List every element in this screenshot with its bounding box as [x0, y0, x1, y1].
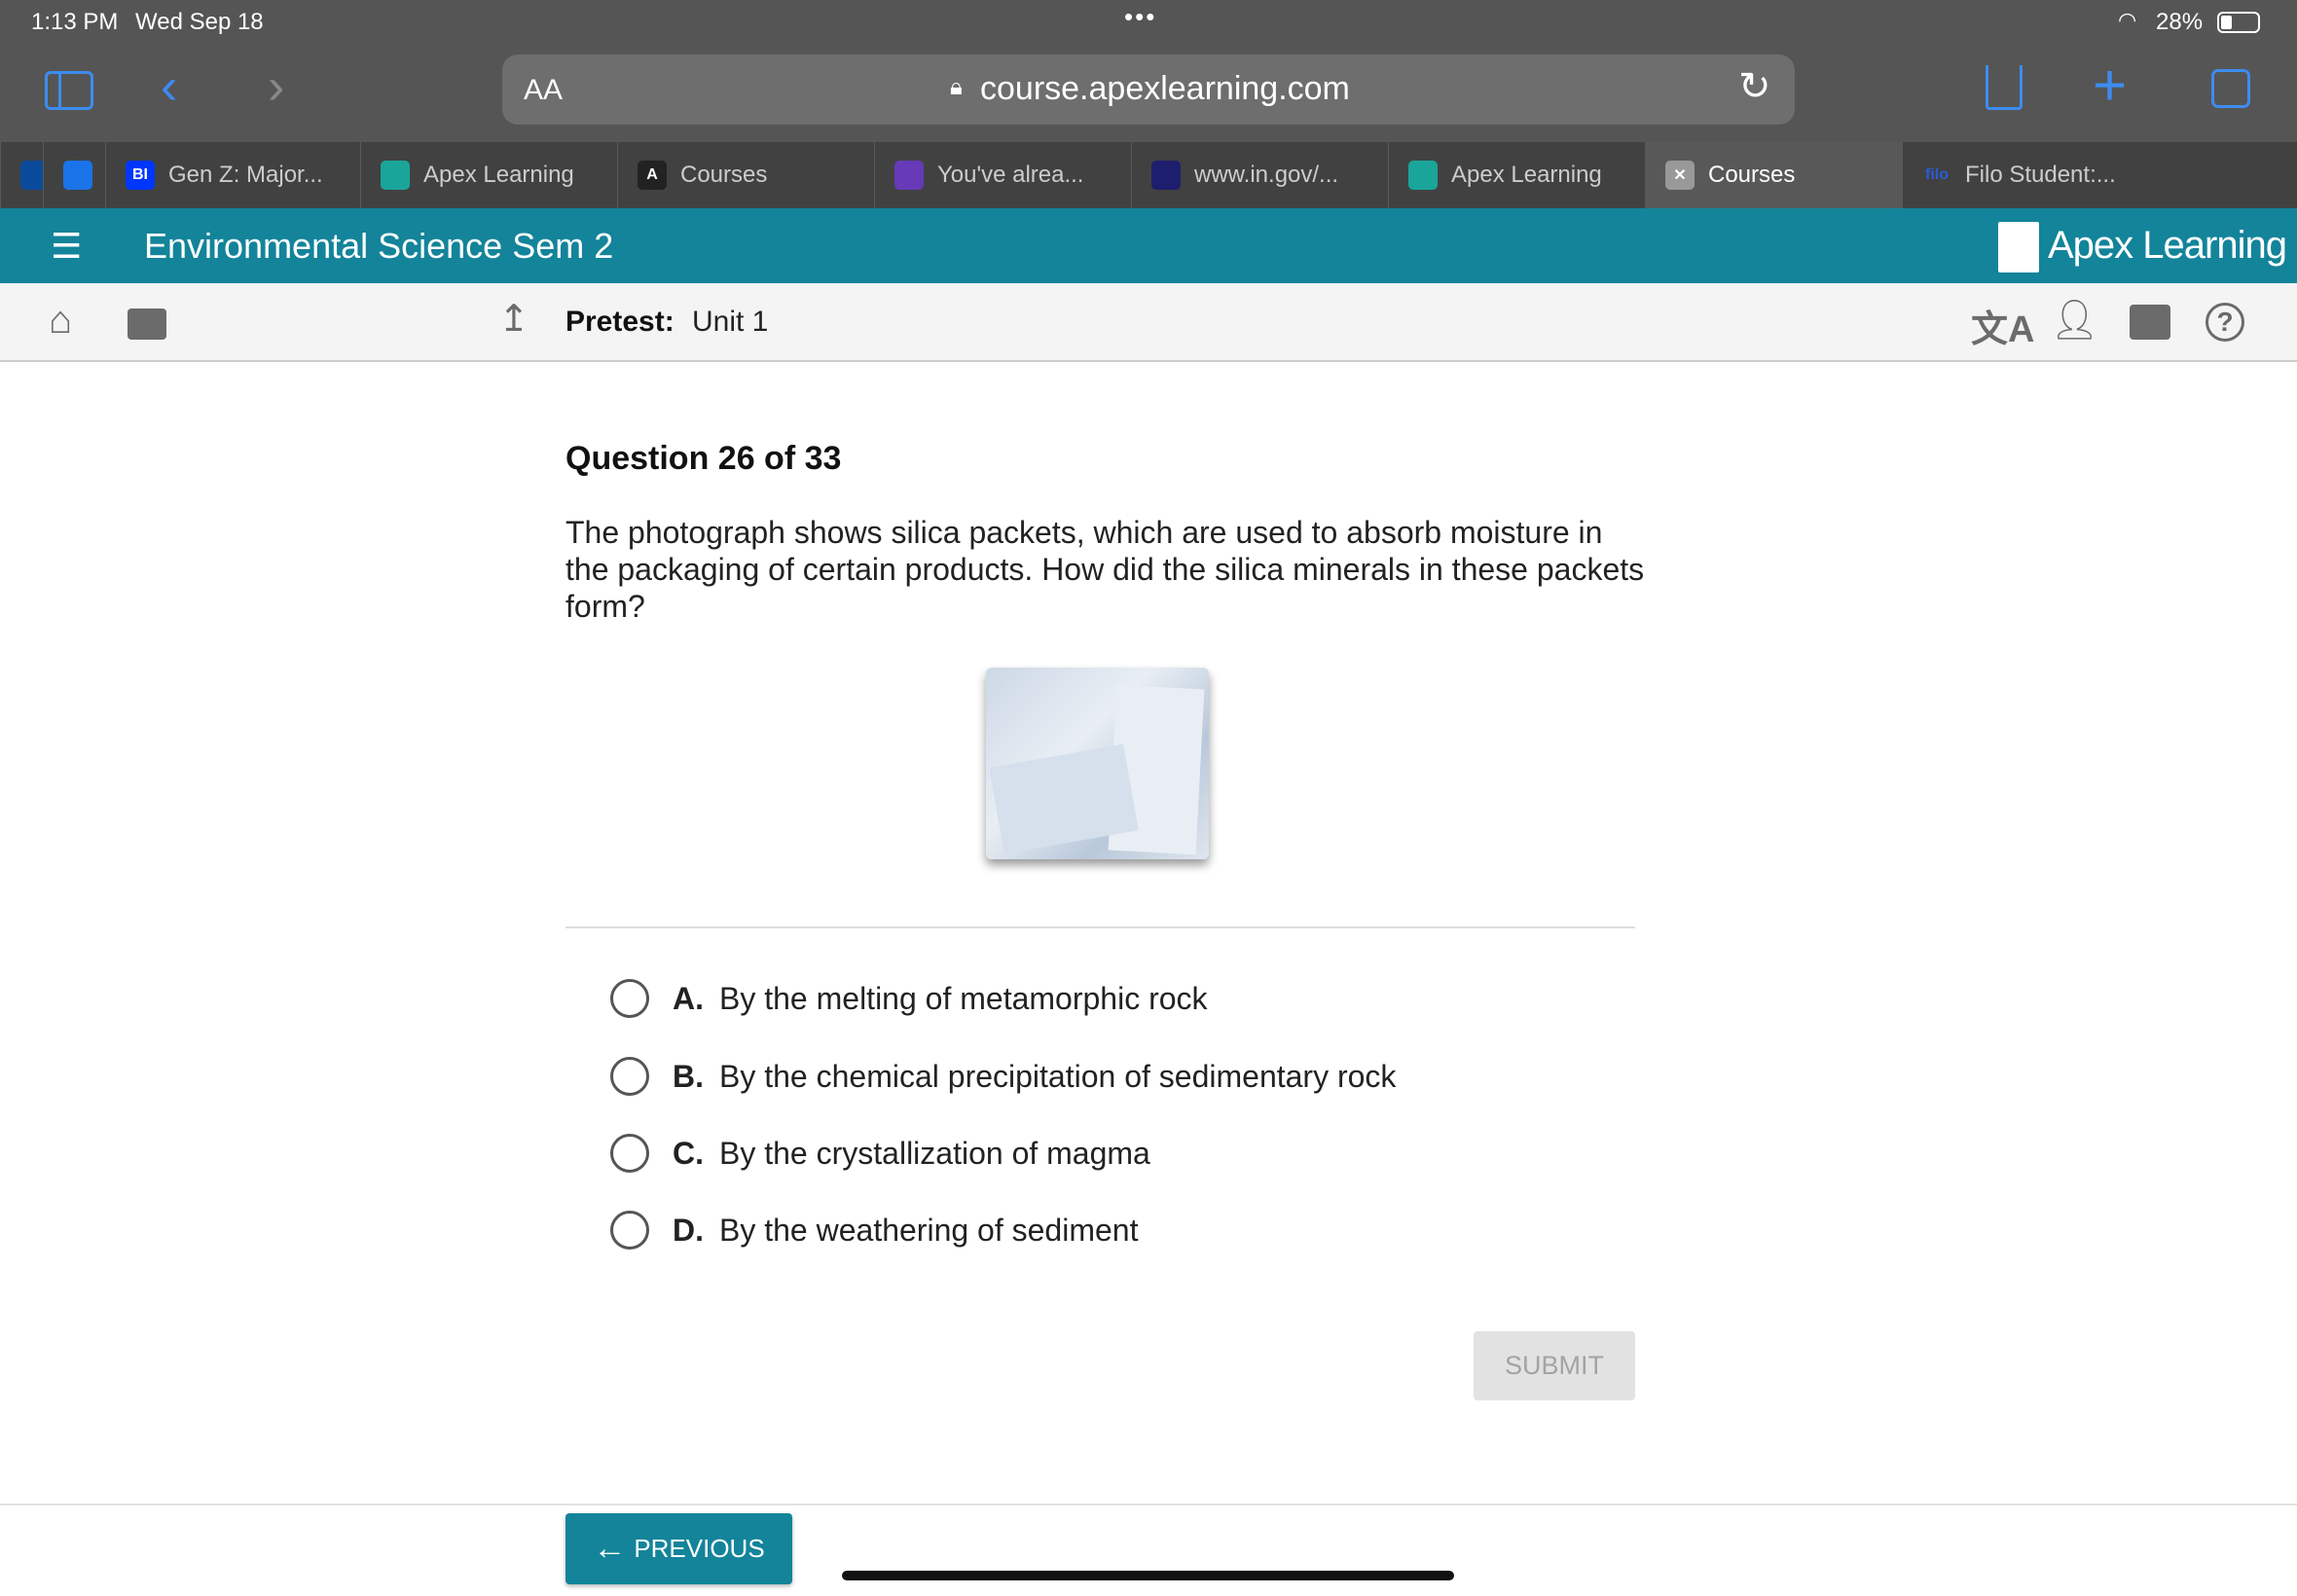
- radio-button[interactable]: [610, 1211, 649, 1250]
- browser-tab[interactable]: ✕ Courses: [1645, 142, 1902, 208]
- menu-list-icon[interactable]: ☰: [51, 226, 82, 267]
- submit-button[interactable]: SUBMIT: [1474, 1331, 1635, 1400]
- question-text: The photograph shows silica packets, whi…: [565, 515, 1645, 624]
- previous-button[interactable]: ← PREVIOUS: [565, 1513, 792, 1584]
- tab-label: Courses: [1708, 162, 1796, 188]
- tabs-overview-icon[interactable]: [2211, 69, 2250, 108]
- browser-tab[interactable]: A Courses: [617, 142, 874, 208]
- home-icon[interactable]: ⌂: [49, 299, 72, 343]
- text-size-button[interactable]: AA: [524, 74, 563, 107]
- tab-label: Apex Learning: [423, 162, 574, 188]
- option-letter: B.: [673, 1058, 704, 1094]
- doc-icon: [1151, 161, 1181, 190]
- arrow-left-icon: ←: [593, 1530, 627, 1567]
- option-letter: D.: [673, 1212, 704, 1248]
- apex-icon: [381, 161, 410, 190]
- activity-type: Pretest:: [565, 306, 675, 338]
- answer-option-a[interactable]: A. By the melting of metamorphic rock: [610, 979, 1208, 1018]
- battery-icon: [2217, 12, 2260, 33]
- tab-label: Filo Student:...: [1965, 162, 2116, 188]
- up-arrow-icon[interactable]: ↥: [498, 297, 529, 341]
- radio-button[interactable]: [610, 1057, 649, 1096]
- text-to-speech-icon[interactable]: 👤︎: [2050, 297, 2099, 343]
- address-bar[interactable]: AA 🔒︎ course.apexlearning.com ↻: [502, 54, 1795, 125]
- browser-tab[interactable]: BI Gen Z: Major...: [105, 142, 360, 208]
- browser-tab[interactable]: You've alrea...: [874, 142, 1131, 208]
- print-icon[interactable]: [2130, 305, 2170, 340]
- a-icon: A: [638, 161, 667, 190]
- tab-label: Courses: [680, 162, 768, 188]
- form-icon: [894, 161, 924, 190]
- help-icon[interactable]: ?: [2206, 303, 2244, 342]
- browser-tab[interactable]: My Fa: [43, 142, 105, 208]
- icon: filo: [1925, 166, 1949, 183]
- share-icon[interactable]: [1986, 65, 2023, 110]
- option-letter: C.: [673, 1135, 704, 1171]
- answer-option-b[interactable]: B. By the chemical precipitation of sedim…: [610, 1057, 1396, 1096]
- option-text: By the weathering of sediment: [719, 1212, 1139, 1248]
- radio-button[interactable]: [610, 979, 649, 1018]
- previous-label: PREVIOUS: [634, 1534, 765, 1563]
- divider: [565, 926, 1635, 928]
- bi-icon: BI: [126, 161, 155, 190]
- translate-icon[interactable]: 文A: [1971, 299, 2034, 352]
- forward-icon[interactable]: ›: [268, 57, 284, 116]
- tab-label: Apex Learning: [1451, 162, 1602, 188]
- news-icon: [20, 161, 43, 190]
- new-tab-icon[interactable]: +: [2093, 52, 2127, 120]
- option-letter: A.: [673, 980, 704, 1016]
- status-bar: 1:13 PM Wed Sep 18 ••• ◠ 28%: [0, 0, 2297, 44]
- silica-packets-photo: [986, 668, 1209, 859]
- tab-bar: My Fa BI Gen Z: Major... Apex Learning A Cour…: [0, 142, 2297, 208]
- option-text: By the chemical precipitation of sedimen…: [719, 1058, 1397, 1094]
- reload-icon[interactable]: ↻: [1738, 64, 1771, 109]
- course-header: ☰ Environmental Science Sem 2 Apex Learn…: [0, 208, 2297, 283]
- browser-tab[interactable]: Apex Learning: [1388, 142, 1645, 208]
- option-text: By the crystallization of magma: [719, 1135, 1150, 1171]
- answer-option-c[interactable]: C. By the crystallization of magma: [610, 1134, 1150, 1173]
- battery-percent: 28%: [2156, 9, 2204, 35]
- question-title: Question 26 of 33: [565, 440, 842, 477]
- browser-tab[interactable]: [0, 142, 43, 208]
- browser-tab[interactable]: filo Filo Student:...: [1902, 142, 2159, 208]
- apex-icon: [1408, 161, 1438, 190]
- apex-logo-icon: [1998, 222, 2039, 272]
- multitask-dots-icon[interactable]: •••: [1124, 2, 1156, 32]
- z-icon: [63, 161, 92, 190]
- option-text: By the melting of metamorphic rock: [719, 980, 1208, 1016]
- answer-option-d[interactable]: D. By the weathering of sediment: [610, 1211, 1138, 1250]
- activity-name: Unit 1: [692, 306, 769, 338]
- browser-tab[interactable]: Apex Learning: [360, 142, 617, 208]
- radio-button[interactable]: [610, 1134, 649, 1173]
- wifi-icon: ◠: [2118, 8, 2137, 32]
- url-text[interactable]: course.apexlearning.com: [980, 70, 1350, 108]
- briefcase-icon[interactable]: [128, 308, 166, 340]
- tab-label: You've alrea...: [937, 162, 1084, 188]
- status-date: Wed Sep 18: [135, 9, 264, 35]
- back-icon[interactable]: ‹: [161, 57, 177, 116]
- status-time: 1:13 PM: [31, 9, 119, 35]
- course-title: Environmental Science Sem 2: [144, 226, 614, 266]
- close-icon: ✕: [1665, 161, 1695, 190]
- footer-divider: [0, 1504, 2297, 1505]
- tab-label: Gen Z: Major...: [168, 162, 323, 188]
- lock-icon: 🔒︎: [950, 74, 963, 100]
- sidebar-toggle-icon[interactable]: [45, 71, 93, 110]
- activity-toolbar: ⌂ ↥ Pretest: Unit 1 文A 👤︎ ?: [0, 283, 2297, 362]
- brand-logo-text: Apex Learning: [2048, 224, 2287, 267]
- browser-tab[interactable]: www.in.gov/...: [1131, 142, 1388, 208]
- home-indicator: [842, 1571, 1454, 1580]
- tab-label: www.in.gov/...: [1194, 162, 1339, 188]
